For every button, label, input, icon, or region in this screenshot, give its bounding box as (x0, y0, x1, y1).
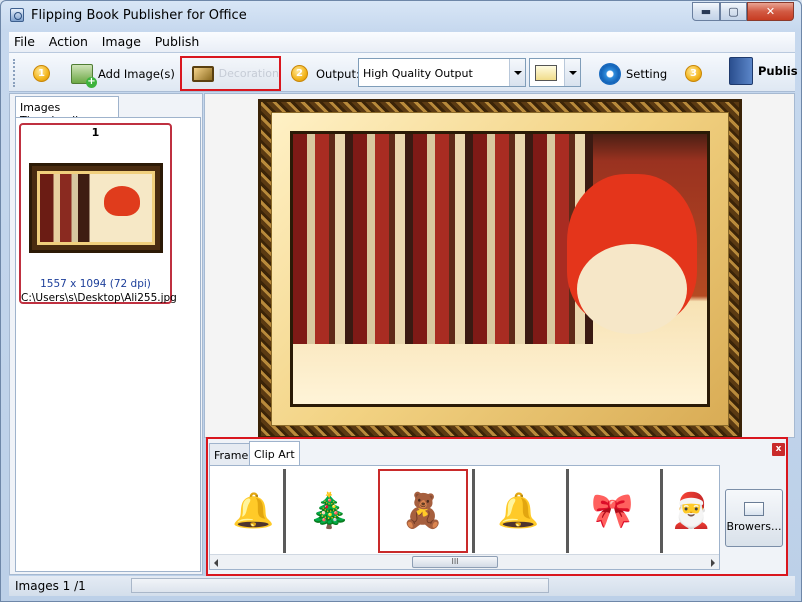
clip-santa[interactable]: 🎅 (660, 469, 719, 553)
add-images-label: Add Image(s) (98, 67, 175, 81)
output-select[interactable]: High Quality Output (358, 58, 526, 87)
publish-label: Publis (758, 64, 798, 78)
setting-button[interactable]: Setting (599, 59, 667, 89)
step-2-badge: 2 (291, 65, 308, 82)
fox-face-shape (577, 244, 687, 334)
app-icon (10, 8, 24, 22)
clip-christmas-tree[interactable]: 🎄 (283, 469, 373, 553)
menu-file[interactable]: File (9, 32, 40, 51)
tab-frame[interactable]: Frame (209, 443, 254, 465)
step-3-badge: 3 (685, 65, 702, 82)
app-window: Flipping Book Publisher for Office ▬ ▢ ✕… (0, 0, 802, 602)
browse-button[interactable]: Browers... (725, 489, 783, 547)
tab-images-thumbnail[interactable]: Images Thumbnail (15, 96, 119, 127)
chevron-down-icon[interactable] (564, 59, 580, 86)
output-label: Output: (316, 67, 360, 81)
output-value: High Quality Output (363, 67, 473, 80)
clip-bells-ribbon[interactable]: 🔔 (472, 469, 562, 553)
thumbnail-list: 1 1557 x 1094 (72 dpi) C:\Users\s\Deskto… (15, 117, 201, 572)
chevron-down-icon[interactable] (509, 59, 525, 86)
horizontal-scrollbar[interactable]: III (210, 554, 719, 569)
close-icon[interactable]: x (772, 443, 785, 456)
menu-image[interactable]: Image (97, 32, 146, 51)
decorative-frame (258, 99, 742, 439)
scroll-thumb[interactable]: III (412, 556, 498, 568)
close-button[interactable]: ✕ (747, 2, 794, 21)
menu-publish[interactable]: Publish (150, 32, 205, 51)
status-bar: Images 1 /1 (9, 576, 795, 596)
decoration-button[interactable]: Decoration (180, 56, 281, 91)
scroll-right-icon[interactable] (711, 559, 715, 567)
progress-bar (131, 578, 549, 593)
title-bar: Flipping Book Publisher for Office ▬ ▢ ✕ (1, 1, 801, 31)
step-1-badge: 1 (33, 65, 50, 82)
thumbnail-dimensions: 1557 x 1094 (72 dpi) (40, 278, 151, 290)
menu-action[interactable]: Action (44, 32, 93, 51)
picture-frame-icon (192, 65, 214, 82)
image-preview (204, 93, 795, 439)
add-image-icon (71, 64, 97, 88)
color-swatch (535, 65, 557, 81)
tab-clip-art[interactable]: Clip Art (249, 441, 300, 465)
browse-label: Browers... (726, 520, 782, 533)
menu-bar: File Action Image Publish (9, 32, 795, 52)
decoration-label: Decoration (218, 67, 279, 80)
books-shape (293, 134, 593, 344)
folder-add-icon (744, 502, 764, 516)
add-images-button[interactable]: Add Image(s) (71, 59, 175, 89)
gear-icon (599, 63, 621, 85)
images-panel: Images Thumbnail 1 1557 x 1094 (72 dpi) … (9, 93, 203, 575)
maximize-button[interactable]: ▢ (720, 2, 747, 21)
minimize-button[interactable]: ▬ (692, 2, 720, 21)
frame-mat (271, 112, 729, 426)
frame-color-select[interactable] (529, 58, 581, 87)
publish-button[interactable]: Publis (729, 56, 798, 86)
clip-art-gallery: 🔔 🎄 🧸 🔔 🎀 🎅 III (209, 465, 720, 570)
thumbnail-index: 1 (91, 126, 100, 139)
book-icon (729, 57, 753, 85)
thumbnail-item[interactable]: 1 1557 x 1094 (72 dpi) C:\Users\s\Deskto… (19, 123, 177, 304)
thumbnail-image (29, 163, 163, 253)
decoration-panel: Frame Clip Art x 🔔 🎄 🧸 🔔 🎀 🎅 III Browers… (206, 437, 788, 576)
setting-label: Setting (626, 67, 668, 81)
scroll-left-icon[interactable] (214, 559, 218, 567)
toolbar: 1 Add Image(s) Decoration 2 Output: High… (9, 52, 798, 92)
status-text: Images 1 /1 (15, 579, 86, 593)
clip-red-bow[interactable]: 🎀 (566, 469, 656, 553)
clip-teddy-bear[interactable]: 🧸 (378, 469, 468, 553)
window-title: Flipping Book Publisher for Office (31, 8, 247, 23)
toolbar-grip[interactable] (13, 59, 17, 87)
thumbnail-path: C:\Users\s\Desktop\Ali255.jpg (21, 292, 177, 304)
preview-photo (290, 131, 710, 407)
